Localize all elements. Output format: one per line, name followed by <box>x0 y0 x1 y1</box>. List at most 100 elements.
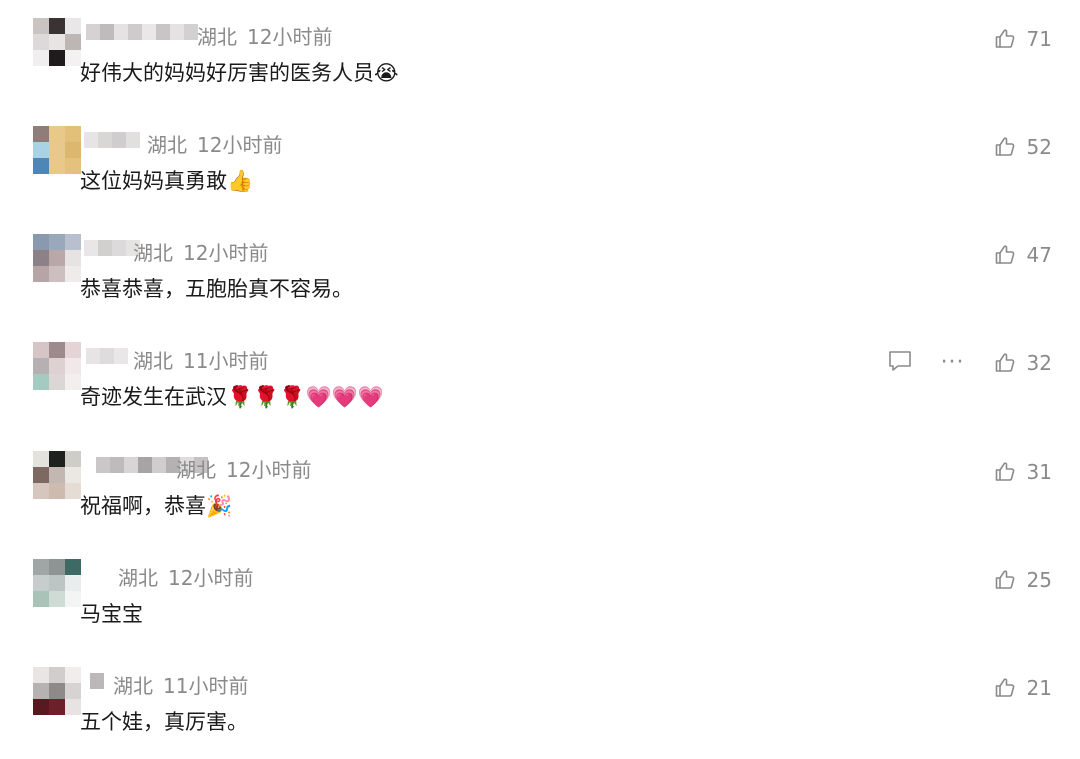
avatar-pixel <box>49 342 65 358</box>
comment-text: 奇迹发生在武汉 🌹 🌹 🌹 💗 💗 💗 <box>80 380 384 414</box>
username-pixel <box>98 132 112 148</box>
emoji-icon: 🌹 <box>227 385 254 409</box>
avatar-pixel <box>33 250 49 266</box>
avatar-pixel <box>33 683 49 699</box>
like-icon[interactable] <box>993 243 1017 267</box>
avatar-pixel <box>49 559 65 575</box>
avatar-pixel <box>65 667 81 683</box>
username-pixel <box>142 24 156 40</box>
like-icon[interactable] <box>993 27 1017 51</box>
avatar-pixel <box>65 266 81 282</box>
avatar-pixel <box>65 559 81 575</box>
comment-region: 湖北 <box>133 241 173 265</box>
avatar[interactable] <box>33 126 81 174</box>
avatar-pixel <box>33 559 49 575</box>
avatar[interactable] <box>33 667 81 715</box>
username-pixel <box>114 348 128 364</box>
avatar-pixel <box>33 142 49 158</box>
comment-actions: 47 <box>993 240 1052 270</box>
like-icon[interactable] <box>993 135 1017 159</box>
avatar-pixel <box>49 667 65 683</box>
avatar-pixel <box>33 234 49 250</box>
avatar-pixel <box>33 467 49 483</box>
avatar-pixel <box>49 18 65 34</box>
avatar-pixel <box>33 158 49 174</box>
avatar-pixel <box>49 250 65 266</box>
comment-item: 湖北 12小时前 祝福啊，恭喜 🎉 31 <box>0 443 1080 543</box>
emoji-icon: 🎉 <box>206 494 233 518</box>
avatar[interactable] <box>33 342 81 390</box>
username-blurred[interactable] <box>86 24 198 40</box>
username-pixel <box>110 457 124 473</box>
comment-body: 奇迹发生在武汉 <box>80 385 227 409</box>
comment-body: 马宝宝 <box>80 602 143 626</box>
username-pixel <box>124 457 138 473</box>
avatar-pixel <box>65 467 81 483</box>
avatar-pixel <box>49 126 65 142</box>
like-icon[interactable] <box>993 676 1017 700</box>
like-icon[interactable] <box>993 460 1017 484</box>
username-pixel <box>98 240 112 256</box>
avatar-pixel <box>33 699 49 715</box>
avatar[interactable] <box>33 18 81 66</box>
username-pixel <box>86 24 100 40</box>
username-blurred[interactable] <box>84 132 140 148</box>
avatar-pixel <box>49 699 65 715</box>
like-count: 31 <box>1026 460 1052 484</box>
avatar-pixel <box>33 451 49 467</box>
avatar-pixel <box>65 126 81 142</box>
avatar[interactable] <box>33 234 81 282</box>
avatar-pixel <box>49 358 65 374</box>
like-icon[interactable] <box>993 351 1017 375</box>
avatar-pixel <box>65 591 81 607</box>
comment-text: 好伟大的妈妈好厉害的医务人员 😭 <box>80 56 399 90</box>
comment-text: 这位妈妈真勇敢 👍 <box>80 164 253 198</box>
comment-actions: 31 <box>993 457 1052 487</box>
comment-body: 祝福啊，恭喜 <box>80 494 206 518</box>
like-icon[interactable] <box>993 568 1017 592</box>
avatar-pixel <box>65 250 81 266</box>
emoji-icon: 🌹 <box>279 385 306 409</box>
comment-meta: 湖北 12小时前 <box>197 24 332 50</box>
like-count: 25 <box>1026 568 1052 592</box>
username-blurred[interactable] <box>90 673 104 689</box>
emoji-icon: 🌹 <box>253 385 280 409</box>
like-count: 71 <box>1026 27 1052 51</box>
comment-time: 12小时前 <box>226 458 312 482</box>
comment-text: 马宝宝 <box>80 597 143 631</box>
username-pixel <box>84 240 98 256</box>
avatar-pixel <box>65 34 81 50</box>
avatar-pixel <box>49 591 65 607</box>
avatar[interactable] <box>33 451 81 499</box>
comment-region: 湖北 <box>197 25 237 49</box>
username-pixel <box>96 457 110 473</box>
comment-item: 湖北 12小时前 这位妈妈真勇敢 👍 52 <box>0 118 1080 218</box>
comment-region: 湖北 <box>133 349 173 373</box>
reply-icon[interactable] <box>887 348 931 378</box>
comment-meta: 湖北 11小时前 <box>133 348 268 374</box>
comment-text: 五个娃，真厉害。 <box>80 705 248 739</box>
like-count: 52 <box>1026 135 1052 159</box>
avatar-pixel <box>49 683 65 699</box>
avatar-pixel <box>65 483 81 499</box>
comment-item: 湖北 11小时前奇迹发生在武汉 🌹 🌹 🌹 💗 💗 💗 ··· 32 <box>0 334 1080 434</box>
avatar-pixel <box>33 50 49 66</box>
more-icon[interactable]: ··· <box>941 352 965 374</box>
username-pixel <box>100 348 114 364</box>
comment-list: 湖北 12小时前 好伟大的妈妈好厉害的医务人员 😭 71 湖北 12小时前 这位妈妈真勇敢 👍 5… <box>0 0 1080 735</box>
avatar-pixel <box>65 374 81 390</box>
comment-body: 这位妈妈真勇敢 <box>80 169 227 193</box>
username-pixel <box>84 132 98 148</box>
username-blurred[interactable] <box>86 348 128 364</box>
avatar[interactable] <box>33 559 81 607</box>
comment-item: 湖北 12小时前 马宝宝 25 <box>0 551 1080 651</box>
avatar-pixel <box>33 266 49 282</box>
avatar-pixel <box>33 18 49 34</box>
username-blurred[interactable] <box>84 240 140 256</box>
comment-body: 五个娃，真厉害。 <box>80 710 248 734</box>
username-pixel <box>126 132 140 148</box>
avatar-pixel <box>49 50 65 66</box>
avatar-pixel <box>33 126 49 142</box>
comment-actions: ··· 32 <box>887 348 1052 378</box>
comment-region: 湖北 <box>113 674 153 698</box>
